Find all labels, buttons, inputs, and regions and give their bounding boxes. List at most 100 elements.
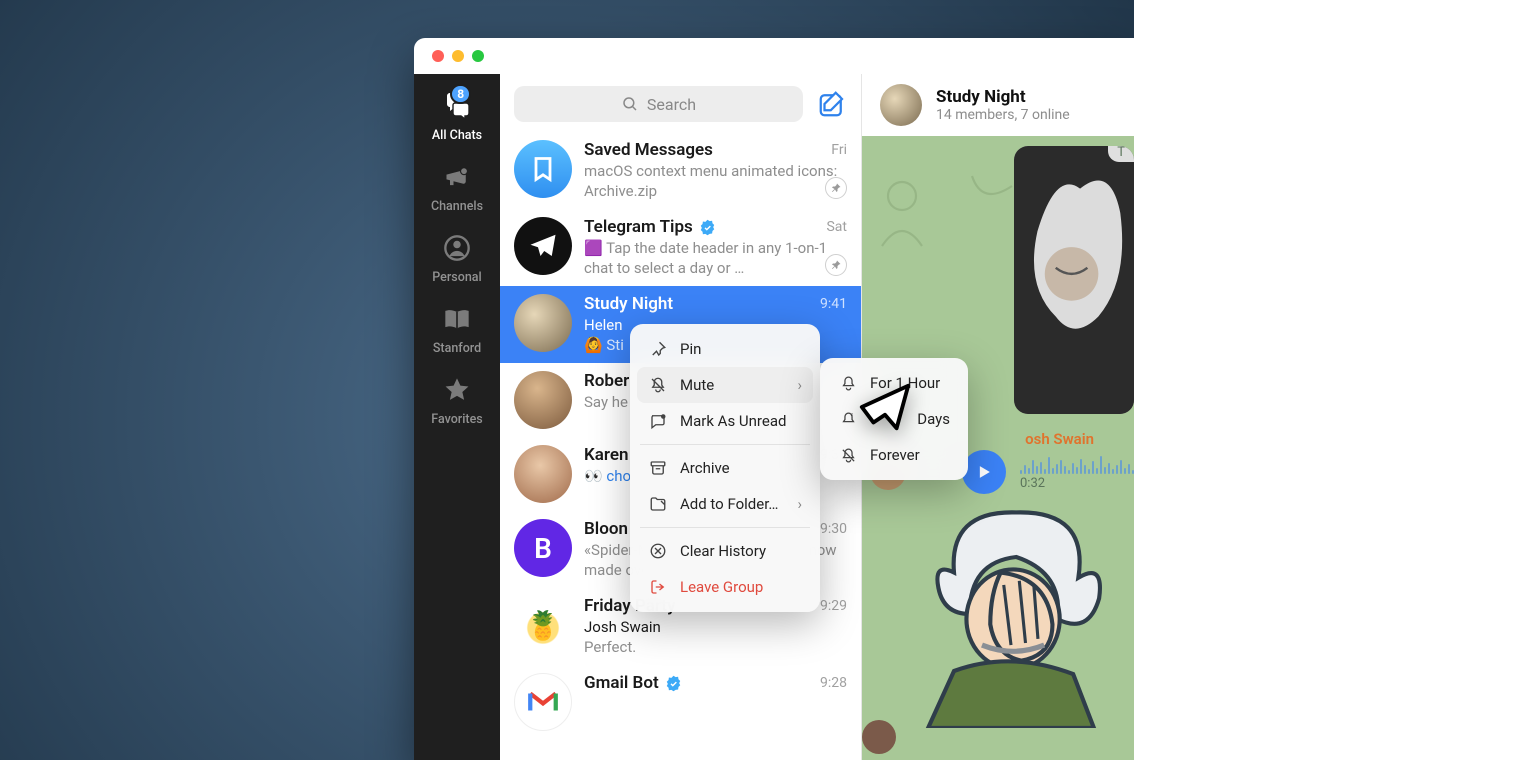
read-receipt-avatar[interactable] [862, 720, 896, 754]
menu-label: Days [917, 410, 950, 428]
menu-label: Leave Group [680, 578, 763, 596]
menu-separator [640, 444, 810, 445]
menu-item-add-to-folder[interactable]: Add to Folder… › [637, 486, 813, 522]
chat-row-gmail-bot[interactable]: Gmail Bot 9:28 [500, 665, 861, 739]
search-placeholder: Search [647, 95, 696, 114]
avatar [514, 294, 572, 352]
avatar: 🍍 [514, 596, 572, 654]
verified-icon [665, 675, 682, 692]
menu-item-mark-unread[interactable]: Mark As Unread [637, 403, 813, 439]
sidebar-item-label: All Chats [432, 128, 482, 143]
sidebar-item-all-chats[interactable]: 8 All Chats [432, 90, 482, 143]
sidebar-item-label: Favorites [431, 412, 482, 427]
avatar [514, 217, 572, 275]
chat-row-telegram-tips[interactable]: Telegram Tips Sat 🟪 Tap the date header … [500, 209, 861, 286]
person-icon [441, 232, 473, 264]
chat-name: Karen [584, 445, 629, 465]
chat-time: Fri [831, 142, 847, 158]
menu-label: Clear History [680, 542, 766, 560]
menu-label: Archive [680, 459, 730, 477]
avatar: B [514, 519, 572, 577]
chat-time: 9:30 [820, 521, 847, 537]
waveform-icon [1020, 454, 1134, 474]
menu-item-leave-group[interactable]: Leave Group [637, 569, 813, 605]
folder-sidebar: 8 All Chats Channels Personal [414, 74, 500, 760]
chat-name: Gmail Bot [584, 673, 659, 693]
voice-duration: 0:32 [1020, 476, 1045, 491]
chat-name: Telegram Tips [584, 217, 693, 237]
message-sticker[interactable] [897, 500, 1125, 728]
chat-name: Saved Messages [584, 140, 713, 160]
search-icon [621, 95, 639, 113]
bell-icon [838, 373, 858, 393]
menu-label: Mute [680, 376, 714, 394]
chat-time: 9:41 [820, 296, 847, 312]
verified-icon [699, 219, 716, 236]
white-backdrop [1134, 0, 1520, 760]
compose-icon[interactable] [817, 89, 847, 119]
conversation-header[interactable]: Study Night 14 members, 7 online [862, 74, 1134, 136]
play-button[interactable] [962, 450, 1006, 494]
chat-name: Bloon [584, 519, 628, 539]
archive-icon [648, 458, 668, 478]
clear-icon [648, 541, 668, 561]
sidebar-item-channels[interactable]: Channels [431, 161, 483, 214]
traffic-min-icon[interactable] [452, 50, 464, 62]
conversation-title: Study Night [936, 87, 1070, 107]
menu-label: Pin [680, 340, 701, 358]
book-icon [441, 303, 473, 335]
chevron-right-icon: › [797, 495, 802, 513]
chat-row-saved-messages[interactable]: Saved Messages Fri macOS context menu an… [500, 132, 861, 209]
sidebar-item-personal[interactable]: Personal [432, 232, 481, 285]
chat-preview: 🟪 Tap the date header in any 1-on-1 chat… [584, 239, 847, 278]
search-input[interactable]: Search [514, 86, 803, 122]
play-icon [974, 462, 994, 482]
cursor-plane-icon [856, 378, 914, 436]
bookmark-icon [529, 155, 557, 183]
context-menu: Pin Mute › Mark As Unread Archive Add to… [630, 324, 820, 612]
telegram-icon [528, 231, 558, 261]
chat-time: Sat [826, 219, 847, 235]
sidebar-item-label: Stanford [433, 341, 481, 356]
leave-icon [648, 577, 668, 597]
menu-label: Add to Folder… [680, 495, 778, 513]
menu-label: Forever [870, 446, 920, 464]
avatar [514, 140, 572, 198]
menu-separator [640, 527, 810, 528]
conversation-subtitle: 14 members, 7 online [936, 107, 1070, 123]
menu-item-archive[interactable]: Archive [637, 450, 813, 486]
sidebar-item-stanford[interactable]: Stanford [433, 303, 481, 356]
menu-item-clear-history[interactable]: Clear History [637, 533, 813, 569]
chat-time: 9:28 [820, 675, 847, 691]
avatar [514, 371, 572, 429]
chat-unread-icon [648, 411, 668, 431]
star-icon [441, 374, 473, 406]
app-window: 8 All Chats Channels Personal [414, 38, 1134, 760]
sidebar-item-label: Personal [432, 270, 481, 285]
traffic-max-icon[interactable] [472, 50, 484, 62]
bell-snooze-icon: z [838, 409, 858, 429]
message-sender: osh Swain [1025, 430, 1094, 448]
traffic-close-icon[interactable] [432, 50, 444, 62]
menu-label: Mark As Unread [680, 412, 786, 430]
message-photo[interactable]: T [1014, 146, 1134, 414]
chevron-right-icon: › [797, 376, 802, 394]
menu-item-mute[interactable]: Mute › [637, 367, 813, 403]
pin-icon [648, 339, 668, 359]
submenu-item-forever[interactable]: Forever [827, 437, 961, 473]
megaphone-icon [441, 161, 473, 193]
chat-name: Study Night [584, 294, 673, 314]
avatar [514, 445, 572, 503]
avatar [514, 673, 572, 731]
chat-name: Rober [584, 371, 629, 391]
voice-message[interactable]: 0:32 [962, 450, 1134, 494]
menu-item-pin[interactable]: Pin [637, 331, 813, 367]
svg-text:z: z [850, 411, 853, 417]
chat-time: 9:29 [820, 598, 847, 614]
sidebar-item-favorites[interactable]: Favorites [431, 374, 482, 427]
pin-icon [825, 254, 847, 276]
gmail-icon [526, 685, 560, 719]
mute-icon [648, 375, 668, 395]
photo-time-badge: T [1108, 146, 1134, 162]
sidebar-item-label: Channels [431, 199, 483, 214]
